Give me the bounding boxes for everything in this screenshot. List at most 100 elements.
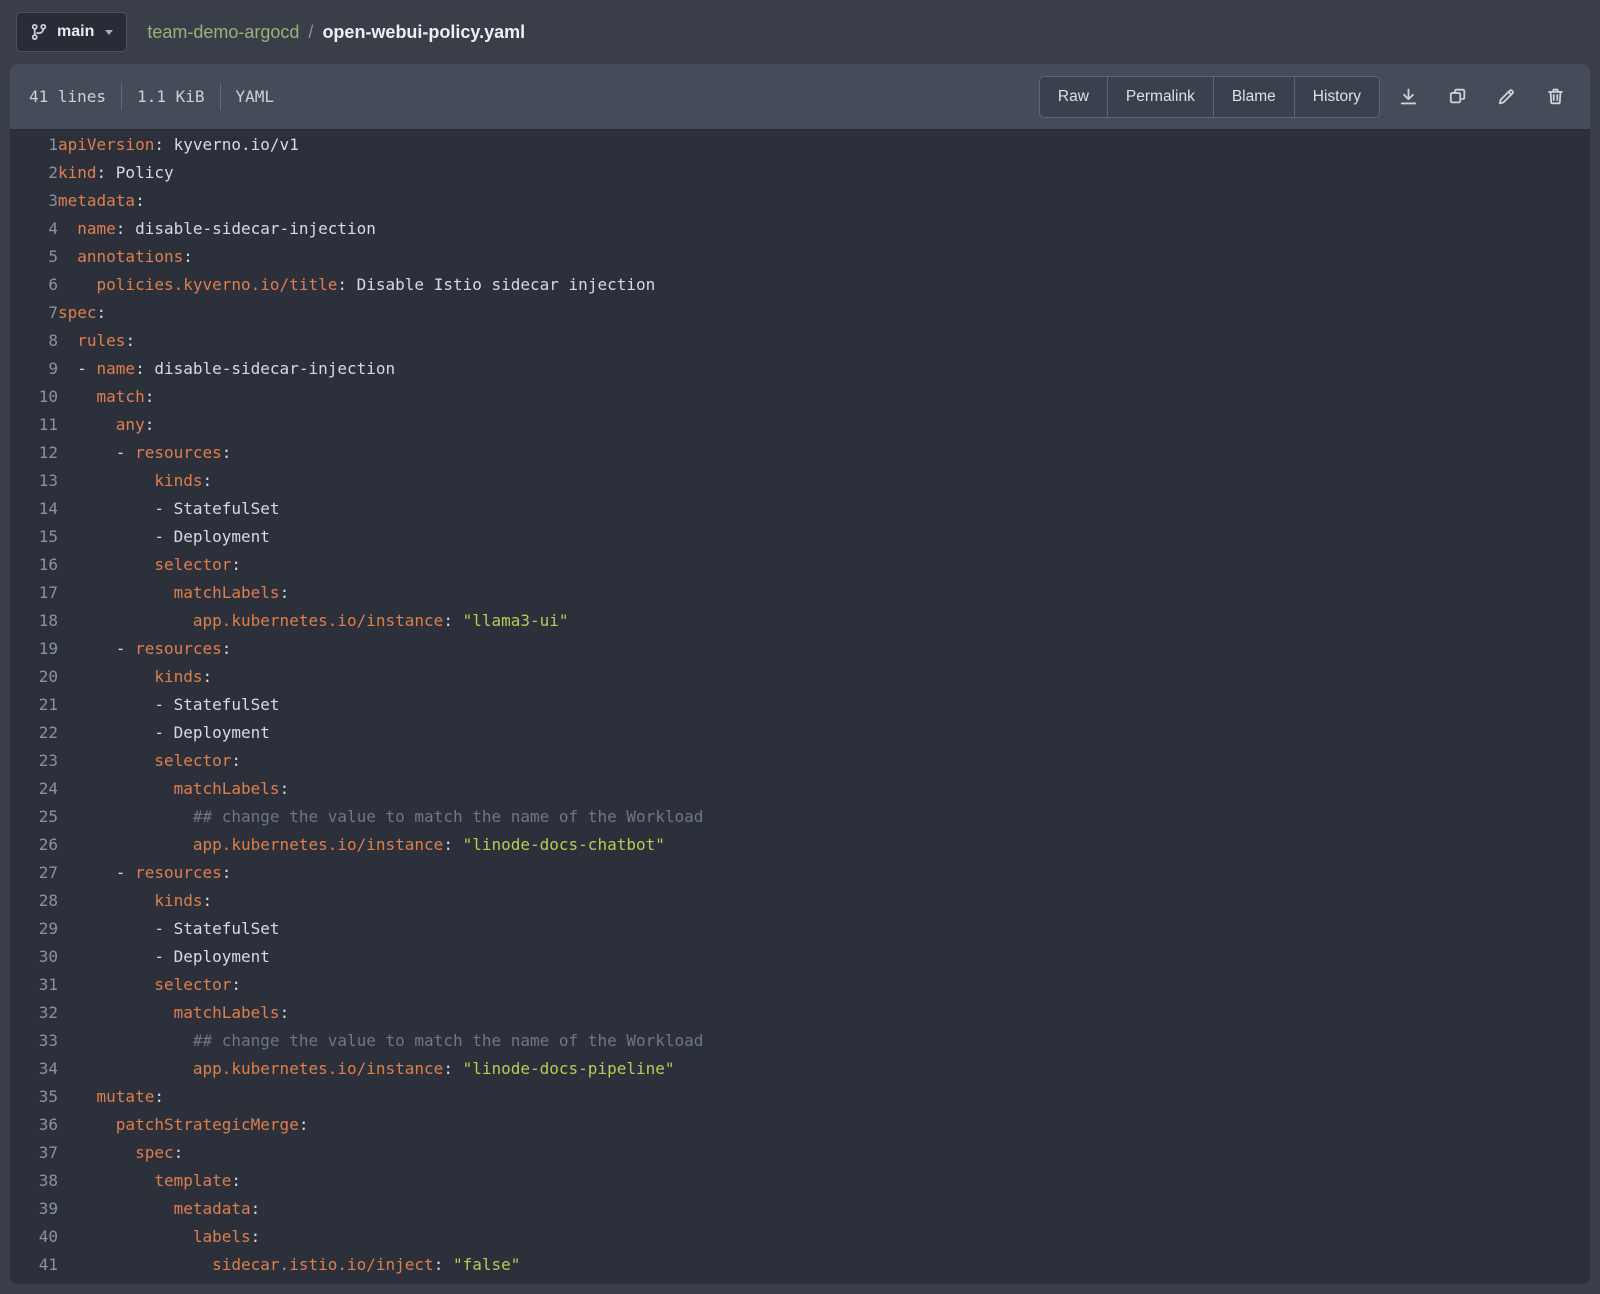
line-number[interactable]: 18 (10, 607, 58, 635)
line-number[interactable]: 41 (10, 1251, 58, 1279)
line-number[interactable]: 10 (10, 383, 58, 411)
code-text: match: (58, 383, 154, 411)
code-line: 27 - resources: (10, 859, 1590, 887)
line-number[interactable]: 32 (10, 999, 58, 1027)
code-text: - Deployment (58, 523, 270, 551)
line-number[interactable]: 31 (10, 971, 58, 999)
breadcrumb-repo-link[interactable]: team-demo-argocd (147, 22, 299, 43)
line-number[interactable]: 17 (10, 579, 58, 607)
code-line: 13 kinds: (10, 467, 1590, 495)
file-header: 41 lines 1.1 KiB YAML Raw Permalink Blam… (10, 64, 1590, 130)
code-text: sidecar.istio.io/inject: "false" (58, 1251, 520, 1279)
line-number[interactable]: 14 (10, 495, 58, 523)
line-number[interactable]: 22 (10, 719, 58, 747)
line-number[interactable]: 4 (10, 215, 58, 243)
blame-button[interactable]: Blame (1214, 77, 1295, 117)
code-text: rules: (58, 327, 135, 355)
code-line: 21 - StatefulSet (10, 691, 1590, 719)
breadcrumb: team-demo-argocd / open-webui-policy.yam… (147, 22, 525, 43)
code-line: 28 kinds: (10, 887, 1590, 915)
code-line: 2kind: Policy (10, 159, 1590, 187)
line-number[interactable]: 29 (10, 915, 58, 943)
code-text: policies.kyverno.io/title: Disable Istio… (58, 271, 655, 299)
code-line: 30 - Deployment (10, 943, 1590, 971)
line-number[interactable]: 30 (10, 943, 58, 971)
trash-icon (1545, 86, 1566, 107)
code-line: 6 policies.kyverno.io/title: Disable Ist… (10, 271, 1590, 299)
line-number[interactable]: 33 (10, 1027, 58, 1055)
line-number[interactable]: 36 (10, 1111, 58, 1139)
code-line: 11 any: (10, 411, 1590, 439)
code-line: 17 matchLabels: (10, 579, 1590, 607)
code-text: kinds: (58, 467, 212, 495)
code-text: selector: (58, 971, 241, 999)
line-number[interactable]: 7 (10, 299, 58, 327)
edit-button[interactable] (1487, 78, 1525, 116)
line-number[interactable]: 37 (10, 1139, 58, 1167)
file-language: YAML (236, 87, 275, 106)
line-number[interactable]: 3 (10, 187, 58, 215)
code-line: 16 selector: (10, 551, 1590, 579)
code-text: metadata: (58, 1195, 260, 1223)
line-number[interactable]: 13 (10, 467, 58, 495)
code-line: 8 rules: (10, 327, 1590, 355)
code-text: - StatefulSet (58, 915, 280, 943)
line-number[interactable]: 9 (10, 355, 58, 383)
line-number[interactable]: 11 (10, 411, 58, 439)
code-line: 10 match: (10, 383, 1590, 411)
branch-selector-button[interactable]: main (16, 12, 127, 52)
permalink-button[interactable]: Permalink (1108, 77, 1214, 117)
history-button[interactable]: History (1295, 77, 1379, 117)
line-number[interactable]: 40 (10, 1223, 58, 1251)
divider (121, 83, 122, 110)
line-number[interactable]: 8 (10, 327, 58, 355)
code-text: apiVersion: kyverno.io/v1 (58, 131, 299, 159)
line-number[interactable]: 26 (10, 831, 58, 859)
code-text: kinds: (58, 663, 212, 691)
line-number[interactable]: 16 (10, 551, 58, 579)
line-number[interactable]: 20 (10, 663, 58, 691)
line-number[interactable]: 27 (10, 859, 58, 887)
line-number[interactable]: 24 (10, 775, 58, 803)
raw-button[interactable]: Raw (1040, 77, 1108, 117)
line-number[interactable]: 21 (10, 691, 58, 719)
file-line-count: 41 lines (29, 87, 106, 106)
code-line: 31 selector: (10, 971, 1590, 999)
line-number[interactable]: 28 (10, 887, 58, 915)
line-number[interactable]: 34 (10, 1055, 58, 1083)
code-text: - name: disable-sidecar-injection (58, 355, 395, 383)
code-text: metadata: (58, 187, 145, 215)
code-line: 36 patchStrategicMerge: (10, 1111, 1590, 1139)
code-line: 14 - StatefulSet (10, 495, 1590, 523)
line-number[interactable]: 6 (10, 271, 58, 299)
line-number[interactable]: 35 (10, 1083, 58, 1111)
delete-button[interactable] (1536, 78, 1574, 116)
divider (220, 83, 221, 110)
code-line: 15 - Deployment (10, 523, 1590, 551)
code-text: - resources: (58, 635, 231, 663)
line-number[interactable]: 19 (10, 635, 58, 663)
code-line: 19 - resources: (10, 635, 1590, 663)
code-text: kind: Policy (58, 159, 174, 187)
copy-button[interactable] (1438, 78, 1476, 116)
code-text: - StatefulSet (58, 691, 280, 719)
code-line: 24 matchLabels: (10, 775, 1590, 803)
line-number[interactable]: 39 (10, 1195, 58, 1223)
code-text: app.kubernetes.io/instance: "llama3-ui" (58, 607, 569, 635)
line-number[interactable]: 1 (10, 131, 58, 159)
line-number[interactable]: 15 (10, 523, 58, 551)
file-info: 41 lines 1.1 KiB YAML (29, 83, 274, 110)
code-text: spec: (58, 1139, 183, 1167)
line-number[interactable]: 2 (10, 159, 58, 187)
line-number[interactable]: 23 (10, 747, 58, 775)
code-text: labels: (58, 1223, 260, 1251)
line-number[interactable]: 12 (10, 439, 58, 467)
code-text: any: (58, 411, 154, 439)
download-button[interactable] (1389, 78, 1427, 116)
code-view: 1apiVersion: kyverno.io/v12kind: Policy3… (10, 130, 1590, 1284)
code-line: 35 mutate: (10, 1083, 1590, 1111)
line-number[interactable]: 5 (10, 243, 58, 271)
line-number[interactable]: 25 (10, 803, 58, 831)
line-number[interactable]: 38 (10, 1167, 58, 1195)
code-line: 9 - name: disable-sidecar-injection (10, 355, 1590, 383)
